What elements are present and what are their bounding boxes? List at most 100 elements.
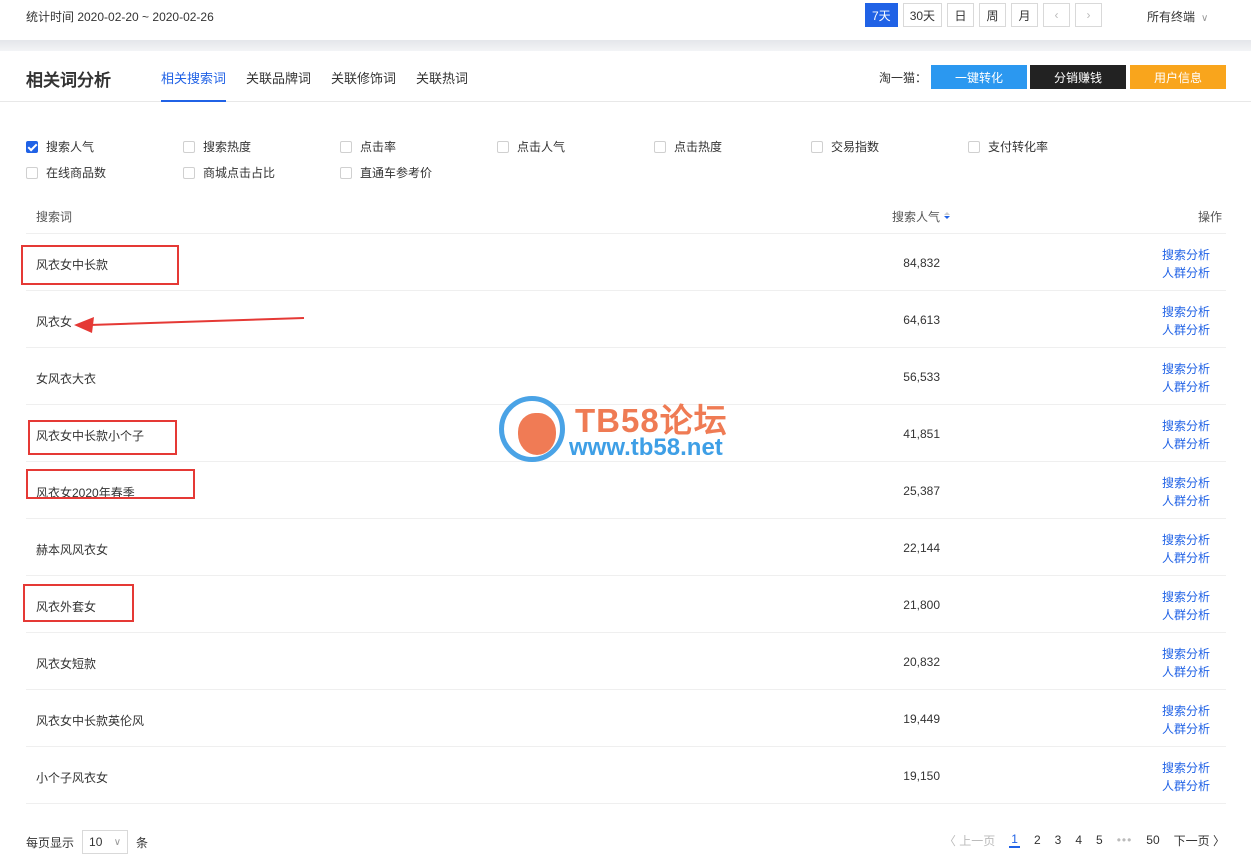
page-4-button[interactable]: 4: [1075, 833, 1082, 847]
range-month-button[interactable]: 月: [1011, 3, 1039, 27]
search-analysis-link[interactable]: 搜索分析: [1162, 702, 1210, 720]
divider: [0, 40, 1251, 51]
checkbox-label: 点击热度: [674, 140, 723, 154]
sort-icon[interactable]: [944, 212, 950, 220]
checkbox-icon: [968, 140, 980, 153]
checkbox-label: 商城点击占比: [203, 166, 276, 180]
row-ops: 搜索分析 人群分析: [1162, 246, 1210, 282]
page-3-button[interactable]: 3: [1055, 833, 1062, 847]
range-buttons: 7天 30天 日 周 月 ‹ ›: [865, 3, 1103, 27]
search-analysis-link[interactable]: 搜索分析: [1162, 759, 1210, 777]
table-row: 小个子风衣女 19,150 搜索分析 人群分析: [26, 747, 1226, 804]
checkbox-icon: [654, 140, 666, 153]
keyword-table: 搜索词 搜索人气 操作 风衣女中长款 84,832 搜索分析 人群分析 风衣女 64,61…: [26, 196, 1226, 804]
crowd-analysis-link[interactable]: 人群分析: [1162, 435, 1210, 453]
userinfo-button[interactable]: 用户信息: [1130, 65, 1226, 89]
search-analysis-link[interactable]: 搜索分析: [1162, 645, 1210, 663]
page-5-button[interactable]: 5: [1096, 833, 1103, 847]
checkbox-icon: [340, 166, 352, 179]
search-analysis-link[interactable]: 搜索分析: [1162, 303, 1210, 321]
checkbox-ctr[interactable]: 点击率: [340, 138, 396, 155]
checkbox-mall-click-share[interactable]: 商城点击占比: [183, 164, 275, 181]
row-ops: 搜索分析 人群分析: [1162, 360, 1210, 396]
crowd-analysis-link[interactable]: 人群分析: [1162, 720, 1210, 738]
row-ops: 搜索分析 人群分析: [1162, 702, 1210, 738]
crowd-analysis-link[interactable]: 人群分析: [1162, 663, 1210, 681]
row-keyword: 小个子风衣女: [36, 771, 109, 785]
checkbox-online-items[interactable]: 在线商品数: [26, 164, 106, 181]
checkbox-search-popularity[interactable]: 搜索人气: [26, 138, 94, 155]
page-1-button[interactable]: 1: [1009, 832, 1020, 848]
page-50-button[interactable]: 50: [1146, 833, 1159, 847]
crowd-analysis-link[interactable]: 人群分析: [1162, 777, 1210, 795]
terminal-select[interactable]: 所有终端 ∨: [1147, 8, 1208, 25]
range-30d-button[interactable]: 30天: [902, 3, 943, 27]
checkbox-click-popularity[interactable]: 点击人气: [497, 138, 565, 155]
crowd-analysis-link[interactable]: 人群分析: [1162, 492, 1210, 510]
checkbox-icon: [26, 166, 38, 179]
range-week-button[interactable]: 周: [979, 3, 1007, 27]
crowd-analysis-link[interactable]: 人群分析: [1162, 264, 1210, 282]
watermark: TB58论坛 www.tb58.net: [499, 394, 759, 464]
tab-related-search[interactable]: 相关搜索词: [161, 68, 227, 102]
stat-time-label: 统计时间 2020-02-20 ~ 2020-02-26: [26, 10, 214, 24]
search-analysis-link[interactable]: 搜索分析: [1162, 360, 1210, 378]
checkbox-trade-index[interactable]: 交易指数: [811, 138, 879, 155]
crowd-analysis-link[interactable]: 人群分析: [1162, 321, 1210, 339]
next-page-button[interactable]: 下一页 〉: [1174, 832, 1225, 849]
page-size-select[interactable]: 10 ∨: [82, 830, 129, 854]
prev-page-button[interactable]: 〈 上一页: [944, 832, 995, 849]
range-7d-button[interactable]: 7天: [865, 3, 898, 27]
checkbox-search-heat[interactable]: 搜索热度: [183, 138, 251, 155]
row-popularity: 84,832: [903, 256, 940, 270]
range-day-button[interactable]: 日: [947, 3, 975, 27]
crowd-analysis-link[interactable]: 人群分析: [1162, 378, 1210, 396]
table-row: 风衣外套女 21,800 搜索分析 人群分析: [26, 576, 1226, 633]
checkbox-ztc-price[interactable]: 直通车参考价: [340, 164, 432, 181]
crowd-analysis-link[interactable]: 人群分析: [1162, 549, 1210, 567]
checkbox-label: 直通车参考价: [360, 166, 433, 180]
chevron-down-icon: ∨: [113, 836, 122, 848]
header-popularity[interactable]: 搜索人气: [892, 208, 950, 225]
watermark-url: www.tb58.net: [569, 434, 723, 461]
crowd-analysis-link[interactable]: 人群分析: [1162, 606, 1210, 624]
tab-related-brand[interactable]: 关联品牌词: [246, 68, 311, 102]
terminal-label: 所有终端: [1147, 10, 1196, 24]
row-popularity: 41,851: [903, 427, 940, 441]
checkbox-click-heat[interactable]: 点击热度: [654, 138, 722, 155]
per-page-unit: 条: [136, 835, 149, 850]
row-ops: 搜索分析 人群分析: [1162, 417, 1210, 453]
row-popularity: 22,144: [903, 541, 940, 555]
chevron-left-icon[interactable]: ‹: [1043, 3, 1071, 27]
tab-related-hot[interactable]: 关联热词: [416, 68, 468, 102]
row-ops: 搜索分析 人群分析: [1162, 645, 1210, 681]
header-ops: 操作: [1197, 210, 1222, 224]
search-analysis-link[interactable]: 搜索分析: [1162, 588, 1210, 606]
row-keyword: 女风衣大衣: [36, 372, 97, 386]
convert-button[interactable]: 一键转化: [931, 65, 1027, 89]
annotation-box: [28, 420, 177, 455]
annotation-box: [23, 584, 134, 622]
section-header: 相关词分析 相关搜索词 关联品牌词 关联修饰词 关联热词 淘一猫： 一键转化 分…: [0, 51, 1251, 102]
checkbox-icon: [340, 140, 352, 153]
search-analysis-link[interactable]: 搜索分析: [1162, 474, 1210, 492]
distribute-button[interactable]: 分销赚钱: [1030, 65, 1126, 89]
watermark-logo-icon: [499, 396, 565, 462]
table-row: 风衣女2020年春季 25,387 搜索分析 人群分析: [26, 462, 1226, 519]
page-title: 相关词分析: [26, 71, 111, 90]
page-2-button[interactable]: 2: [1034, 833, 1041, 847]
checkbox-label: 搜索热度: [203, 140, 252, 154]
row-ops: 搜索分析 人群分析: [1162, 531, 1210, 567]
search-analysis-link[interactable]: 搜索分析: [1162, 417, 1210, 435]
checkbox-label: 在线商品数: [46, 166, 107, 180]
checkbox-pay-conversion[interactable]: 支付转化率: [968, 138, 1048, 155]
more-pages-icon[interactable]: •••: [1117, 833, 1133, 847]
row-popularity: 20,832: [903, 655, 940, 669]
search-analysis-link[interactable]: 搜索分析: [1162, 531, 1210, 549]
row-popularity: 19,150: [903, 769, 940, 783]
chevron-down-icon: ∨: [1201, 13, 1209, 24]
search-analysis-link[interactable]: 搜索分析: [1162, 246, 1210, 264]
tab-related-modifier[interactable]: 关联修饰词: [331, 68, 396, 102]
chevron-right-icon[interactable]: ›: [1075, 3, 1103, 27]
row-popularity: 21,800: [903, 598, 940, 612]
